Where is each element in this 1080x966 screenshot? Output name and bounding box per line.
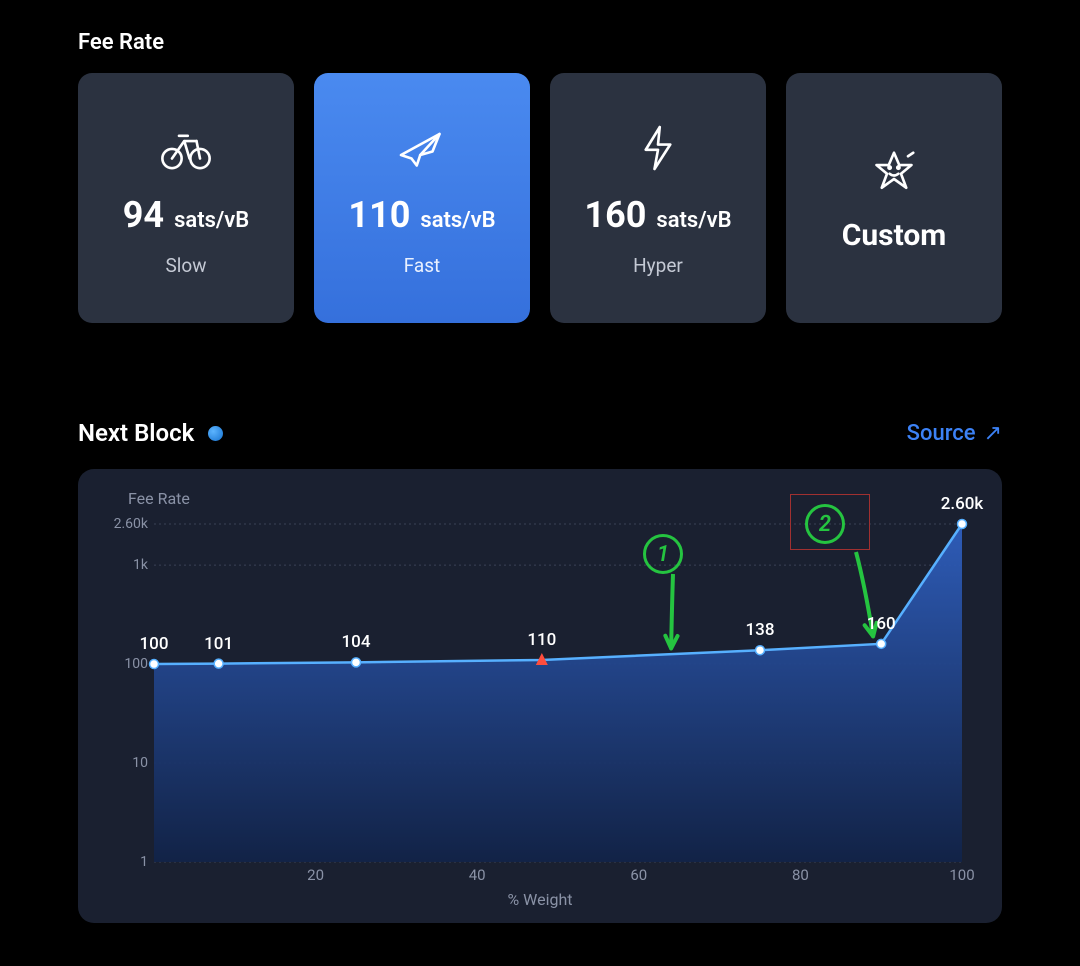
bolt-icon [630,120,686,176]
chart-y-tick: 1 [140,854,148,870]
next-block-title: Next Block [78,419,194,447]
plane-icon [394,120,450,176]
chart-point-label: 101 [204,634,233,654]
fee-card-label: Slow [165,254,206,277]
bullet-icon [208,426,223,441]
fee-card-fast[interactable]: 110 sats/vB Fast [314,73,530,323]
external-arrow-icon: ↗ [984,421,1002,446]
fee-card-value-line: 94 sats/vB [123,194,250,236]
chart-x-tick: 40 [469,866,486,884]
chart-x-tick: 100 [949,866,974,884]
fee-card-unit: sats/vB [174,208,249,233]
chart-x-axis-title: % Weight [98,890,982,909]
fee-rate-title: Fee Rate [78,30,1002,55]
chart-x-tick: 20 [307,866,324,884]
fee-card-slow[interactable]: 94 sats/vB Slow [78,73,294,323]
chart-point-label: 160 [867,614,896,634]
fee-card-value: 94 [123,194,164,236]
chart-y-tick: 1k [133,557,148,573]
bike-icon [158,120,214,176]
chart-y-axis-title: Fee Rate [128,489,982,508]
fee-card-label: Hyper [633,254,683,277]
source-link-label: Source [907,421,976,446]
fee-card-value-line: 160 sats/vB [584,194,731,236]
chart-point-label: 2.60k [941,494,984,514]
fee-card-custom-label: Custom [842,218,947,253]
fee-card-hyper[interactable]: 160 sats/vB Hyper [550,73,766,323]
next-block-chart: Fee Rate 1101001k2.60k 20406080100 1 2 1… [78,469,1002,923]
chart-y-tick: 100 [124,656,148,672]
chart-x-tick: 60 [630,866,647,884]
fee-card-label: Fast [404,254,441,277]
chart-point-label: 104 [342,632,371,652]
fee-card-custom[interactable]: Custom [786,73,1002,323]
chart-x-tick: 80 [792,866,809,884]
chart-point-label: 110 [527,630,556,650]
chart-y-tick: 2.60k [114,516,148,532]
fee-card-value-line: 110 sats/vB [348,194,495,236]
fee-card-value: 160 [584,194,646,236]
fee-card-unit: sats/vB [656,208,731,233]
fee-cards-row: 94 sats/vB Slow 110 sats/vB Fast [78,73,1002,323]
chart-y-tick: 10 [132,755,148,771]
chart-point-label: 100 [140,634,169,654]
fee-card-value: 110 [348,194,410,236]
fee-card-unit: sats/vB [420,208,495,233]
chart-point-label: 138 [746,620,775,640]
star-icon [866,144,922,200]
source-link[interactable]: Source ↗ [907,421,1002,446]
